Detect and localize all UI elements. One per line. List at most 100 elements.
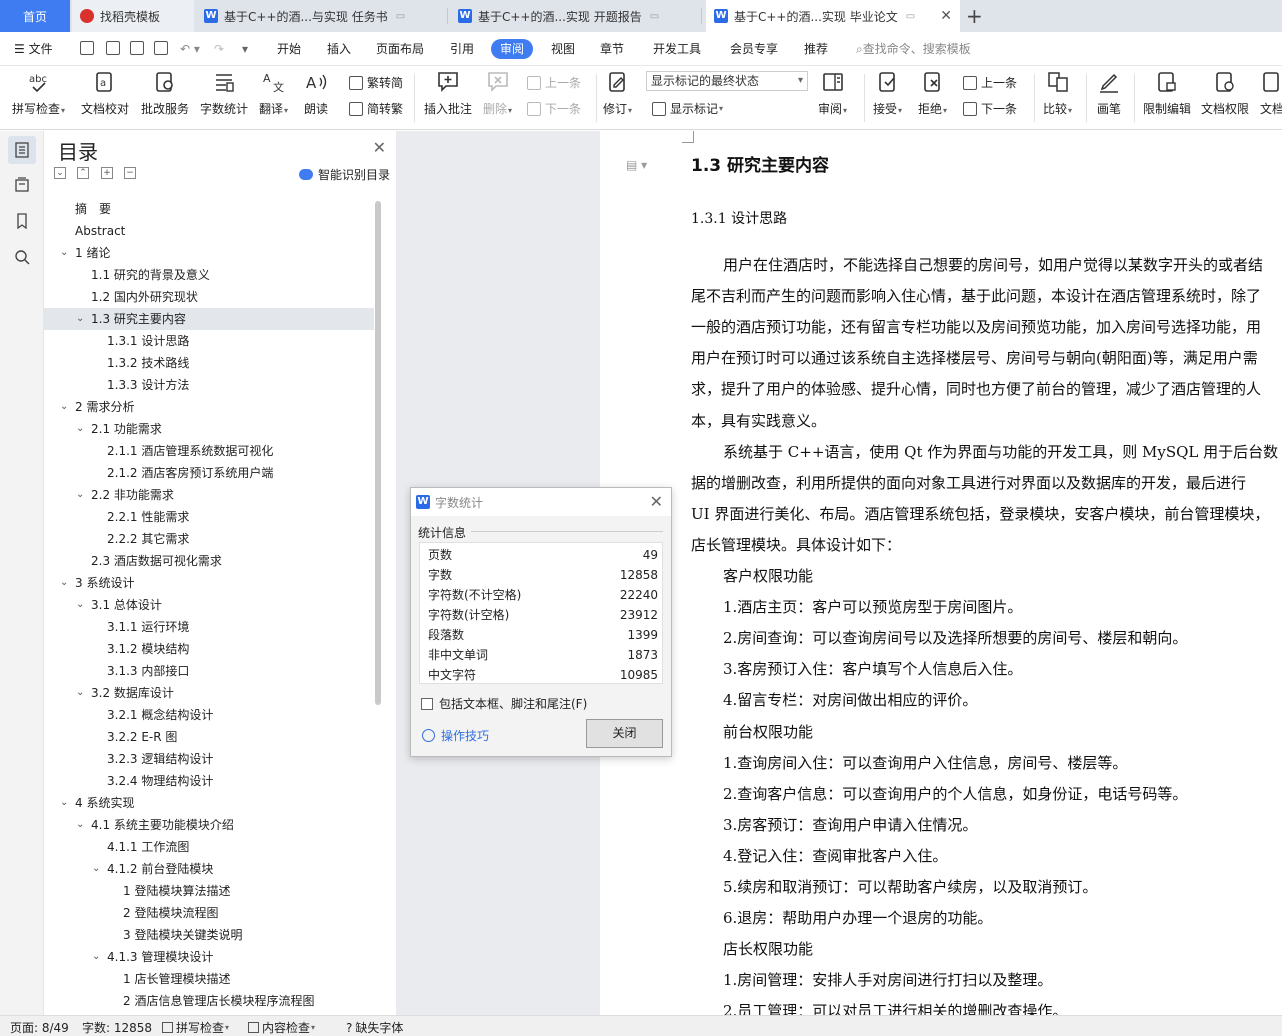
s2t-button[interactable]: 简转繁 [349,100,403,117]
spell-check-status[interactable]: 拼写检查 ▾ [162,1019,229,1036]
menu-devtools[interactable]: 开发工具 [653,32,701,66]
chapter-rail-button[interactable] [8,171,36,199]
toc-item[interactable]: 1.1 研究的背景及意义 [44,264,374,286]
toc-item[interactable]: 摘 要 [44,198,374,220]
reject-button[interactable]: 拒绝▾ [918,70,947,117]
missing-font-status[interactable]: ? 缺失字体 [346,1019,403,1036]
toc-item[interactable]: ⌄ 1 绪论 [44,242,374,264]
toc-item[interactable]: 3.2.2 E-R 图 [44,726,374,748]
save-icon[interactable] [80,41,94,55]
toc-item[interactable]: Abstract [44,220,374,242]
chevron-down-icon[interactable]: ⌄ [60,572,68,594]
close-tab-icon[interactable]: ✕ [940,8,952,24]
spell-check-button[interactable]: abc 拼写检查▾ [12,70,65,117]
chevron-down-icon[interactable]: ⌄ [76,418,84,440]
remove-heading-icon[interactable]: − [124,167,136,179]
restrict-edit-button[interactable]: 限制编辑 [1143,70,1191,117]
include-textbox-checkbox[interactable]: 包括文本框、脚注和尾注(F) [421,695,587,712]
doc-more-button[interactable]: 文档 [1260,70,1282,117]
file-menu[interactable]: ☰ 文件 [14,32,53,66]
toc-item[interactable]: 2.1.2 酒店客房预订系统用户端 [44,462,374,484]
new-tab-icon[interactable]: + [966,4,983,28]
collapse-all-icon[interactable]: ⌄ [54,167,66,179]
toc-item[interactable]: 3.1.1 运行环境 [44,616,374,638]
menu-member[interactable]: 会员专享 [730,32,778,66]
pen-button[interactable]: 画笔 [1097,70,1121,117]
toc-item[interactable]: ⌄ 2.1 功能需求 [44,418,374,440]
menu-chapter[interactable]: 章节 [600,32,624,66]
chevron-down-icon[interactable]: ⌄ [76,814,84,836]
checkbox-box[interactable] [421,697,433,710]
redo-icon[interactable]: ↷ [214,32,224,66]
page-indicator[interactable]: 页面: 8/49 [10,1019,69,1036]
toc-item[interactable]: ⌄ 4.1.3 管理模块设计 [44,946,374,968]
toc-item[interactable]: 2 酒店信息管理店长模块程序流程图 [44,990,374,1012]
toc-item[interactable]: 1 登陆模块算法描述 [44,880,374,902]
toc-item[interactable]: ⌄ 2.2 非功能需求 [44,484,374,506]
chevron-down-icon[interactable]: ⌄ [92,858,100,880]
toc-item[interactable]: 1.2 国内外研究现状 [44,286,374,308]
document-page[interactable]: 1.3 研究主要内容 1.3.1 设计思路 用户在住酒店时，不能选择自己想要的房间号… [600,131,1282,1015]
paragraph-layout-icon[interactable]: ▤ ▾ [626,158,647,172]
export-icon[interactable] [106,41,120,55]
tab-doc-proposal[interactable]: W 基于C++的酒...实现 开题报告 ▭ [450,0,702,32]
menu-view[interactable]: 视图 [551,32,575,66]
menu-insert[interactable]: 插入 [327,32,351,66]
menu-review[interactable]: 审阅 [491,39,534,59]
menu-start[interactable]: 开始 [277,32,301,66]
doc-permission-button[interactable]: 文档权限 [1201,70,1249,117]
preview-icon[interactable] [154,41,168,55]
toc-item[interactable]: ⌄ 4 系统实现 [44,792,374,814]
menu-layout[interactable]: 页面布局 [376,32,424,66]
menu-reference[interactable]: 引用 [450,32,474,66]
toc-rail-button[interactable] [8,136,36,164]
read-aloud-button[interactable]: A 朗读 [304,70,328,117]
toc-item[interactable]: 1 店长管理模块描述 [44,968,374,990]
chevron-down-icon[interactable]: ⌄ [76,594,84,616]
chevron-down-icon[interactable]: ⌄ [60,792,68,814]
word-count-indicator[interactable]: 字数: 12858 [82,1019,152,1036]
content-check-status[interactable]: 内容检查 ▾ [248,1019,315,1036]
close-icon[interactable]: ✕ [650,492,663,511]
expand-up-icon[interactable]: ⌃ [77,167,89,179]
review-pane-button[interactable]: 审阅▾ [818,70,847,117]
toc-item[interactable]: 2.3 酒店数据可视化需求 [44,550,374,572]
insert-comment-button[interactable]: 插入批注 [424,70,472,117]
prev-change-button[interactable]: 上一条 [963,74,1017,91]
compare-button[interactable]: 比较▾ [1043,70,1072,117]
chevron-down-icon[interactable]: ⌄ [60,242,68,264]
chevron-down-icon[interactable]: ⌄ [76,308,84,330]
track-changes-button[interactable]: 修订▾ [603,70,632,117]
toc-item[interactable]: 1.3.3 设计方法 [44,374,374,396]
toc-item[interactable]: ⌄ 3.1 总体设计 [44,594,374,616]
t2s-button[interactable]: 繁转简 [349,74,403,91]
toc-item[interactable]: 4.1.1 工作流图 [44,836,374,858]
next-comment-button[interactable]: 下一条 [527,100,581,117]
toc-item[interactable]: 2 登陆模块流程图 [44,902,374,924]
chevron-down-icon[interactable]: ⌄ [92,946,100,968]
menu-recommend[interactable]: 推荐 [804,32,828,66]
toc-item[interactable]: 3.1.3 内部接口 [44,660,374,682]
toc-item[interactable]: 3.2.3 逻辑结构设计 [44,748,374,770]
toc-scrollbar[interactable] [375,201,381,705]
doc-proof-button[interactable]: a 文档校对 [81,70,129,117]
toc-item[interactable]: ⌄ 1.3 研究主要内容 [44,308,374,330]
toc-item[interactable]: 2.1.1 酒店管理系统数据可视化 [44,440,374,462]
chevron-down-icon[interactable]: ⌄ [76,682,84,704]
tab-template[interactable]: 找稻壳模板 [72,0,194,32]
toc-item[interactable]: ⌄ 3 系统设计 [44,572,374,594]
toc-item[interactable]: ⌄ 4.1 系统主要功能模块介绍 [44,814,374,836]
toc-item[interactable]: 3.1.2 模块结构 [44,638,374,660]
command-search[interactable]: ⌕查找命令、搜索模板 [856,32,971,66]
toc-item[interactable]: 1.3.1 设计思路 [44,330,374,352]
tab-doc-thesis[interactable]: W 基于C++的酒...实现 毕业论文 ▭ ✕ [706,0,960,32]
tab-doc-task[interactable]: W 基于C++的酒...与实现 任务书 ▭ [196,0,448,32]
batch-service-button[interactable]: 批改服务 [141,70,189,117]
more-icon[interactable]: ▾ [242,32,248,66]
translate-button[interactable]: A文 翻译▾ [259,70,288,117]
toc-item[interactable]: 1.3.2 技术路线 [44,352,374,374]
delete-comment-button[interactable]: 删除▾ [483,70,512,117]
show-markup-button[interactable]: 显示标记 ▾ [652,100,723,117]
toc-item[interactable]: ⌄ 3.2 数据库设计 [44,682,374,704]
tab-home[interactable]: 首页 [0,0,70,32]
